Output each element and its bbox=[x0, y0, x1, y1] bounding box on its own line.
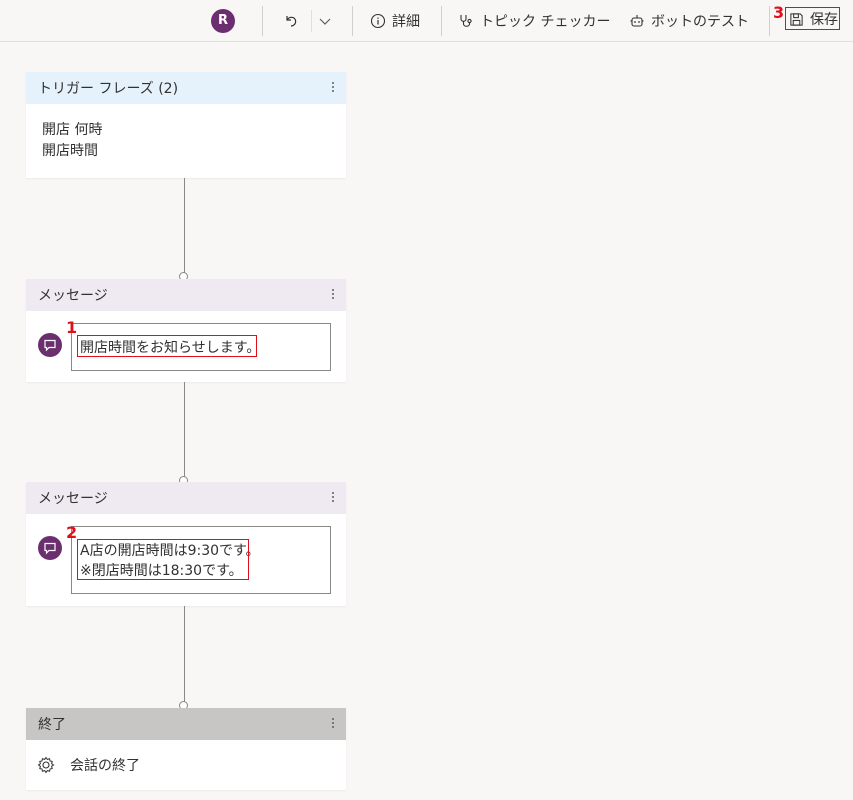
split-divider bbox=[311, 10, 312, 32]
trigger-phrase: 開店時間 bbox=[42, 143, 98, 159]
chat-bubble-icon bbox=[38, 333, 62, 357]
trigger-phrases: 開店 何時 開店時間 bbox=[26, 104, 346, 178]
undo-menu-button[interactable] bbox=[318, 10, 338, 32]
step-number-1: 1 bbox=[66, 318, 78, 337]
connector-line bbox=[184, 606, 185, 702]
stethoscope-icon bbox=[460, 15, 472, 27]
save-highlight-box bbox=[785, 7, 840, 30]
user-avatar[interactable]: R bbox=[211, 9, 235, 33]
command-bar: R 詳細 トピック チェッカー ボットのテスト 保存 3 bbox=[0, 0, 853, 42]
info-icon bbox=[370, 13, 386, 29]
highlight-box-1 bbox=[77, 335, 257, 357]
test-bot-label: ボットのテスト bbox=[651, 14, 749, 30]
highlight-box-2 bbox=[77, 539, 249, 580]
message-node-header: メッセージ bbox=[26, 279, 346, 311]
chat-bubble-icon bbox=[38, 536, 62, 560]
toolbar-divider bbox=[441, 6, 442, 36]
end-node-title: 終了 bbox=[38, 717, 66, 733]
message-node-header: メッセージ bbox=[26, 482, 346, 514]
end-node-header: 終了 bbox=[26, 708, 346, 740]
message-node-title: メッセージ bbox=[38, 491, 108, 507]
more-options-icon[interactable] bbox=[330, 287, 336, 303]
topic-checker-button[interactable]: トピック チェッカー bbox=[458, 10, 610, 32]
test-bot-button[interactable]: ボットのテスト bbox=[629, 10, 749, 32]
toolbar-divider bbox=[262, 6, 263, 36]
end-node[interactable]: 終了 会話の終了 bbox=[26, 708, 346, 790]
undo-button[interactable] bbox=[283, 10, 305, 32]
step-number-2: 2 bbox=[66, 523, 78, 542]
more-options-icon[interactable] bbox=[330, 490, 336, 506]
more-options-icon[interactable] bbox=[330, 716, 336, 732]
connector-line bbox=[184, 382, 185, 478]
toolbar-divider bbox=[352, 6, 353, 36]
details-button[interactable]: 詳細 bbox=[370, 10, 420, 32]
settings-gear-icon bbox=[37, 756, 55, 774]
toolbar-divider bbox=[769, 6, 770, 36]
undo-icon bbox=[286, 16, 297, 27]
trigger-node[interactable]: トリガー フレーズ (2) 開店 何時 開店時間 bbox=[26, 72, 346, 178]
trigger-node-title: トリガー フレーズ (2) bbox=[38, 81, 179, 97]
connector-line bbox=[184, 178, 185, 274]
more-options-icon[interactable] bbox=[330, 80, 336, 96]
details-label: 詳細 bbox=[392, 14, 420, 30]
end-action-row: 会話の終了 bbox=[26, 740, 346, 790]
end-action-label: 会話の終了 bbox=[70, 758, 140, 774]
message-node-title: メッセージ bbox=[38, 288, 108, 304]
topic-checker-label: トピック チェッカー bbox=[480, 14, 611, 30]
chevron-down-icon bbox=[319, 18, 331, 25]
trigger-phrase: 開店 何時 bbox=[42, 122, 103, 138]
step-number-3: 3 bbox=[773, 3, 785, 22]
bot-icon bbox=[630, 15, 644, 27]
trigger-node-header: トリガー フレーズ (2) bbox=[26, 72, 346, 104]
